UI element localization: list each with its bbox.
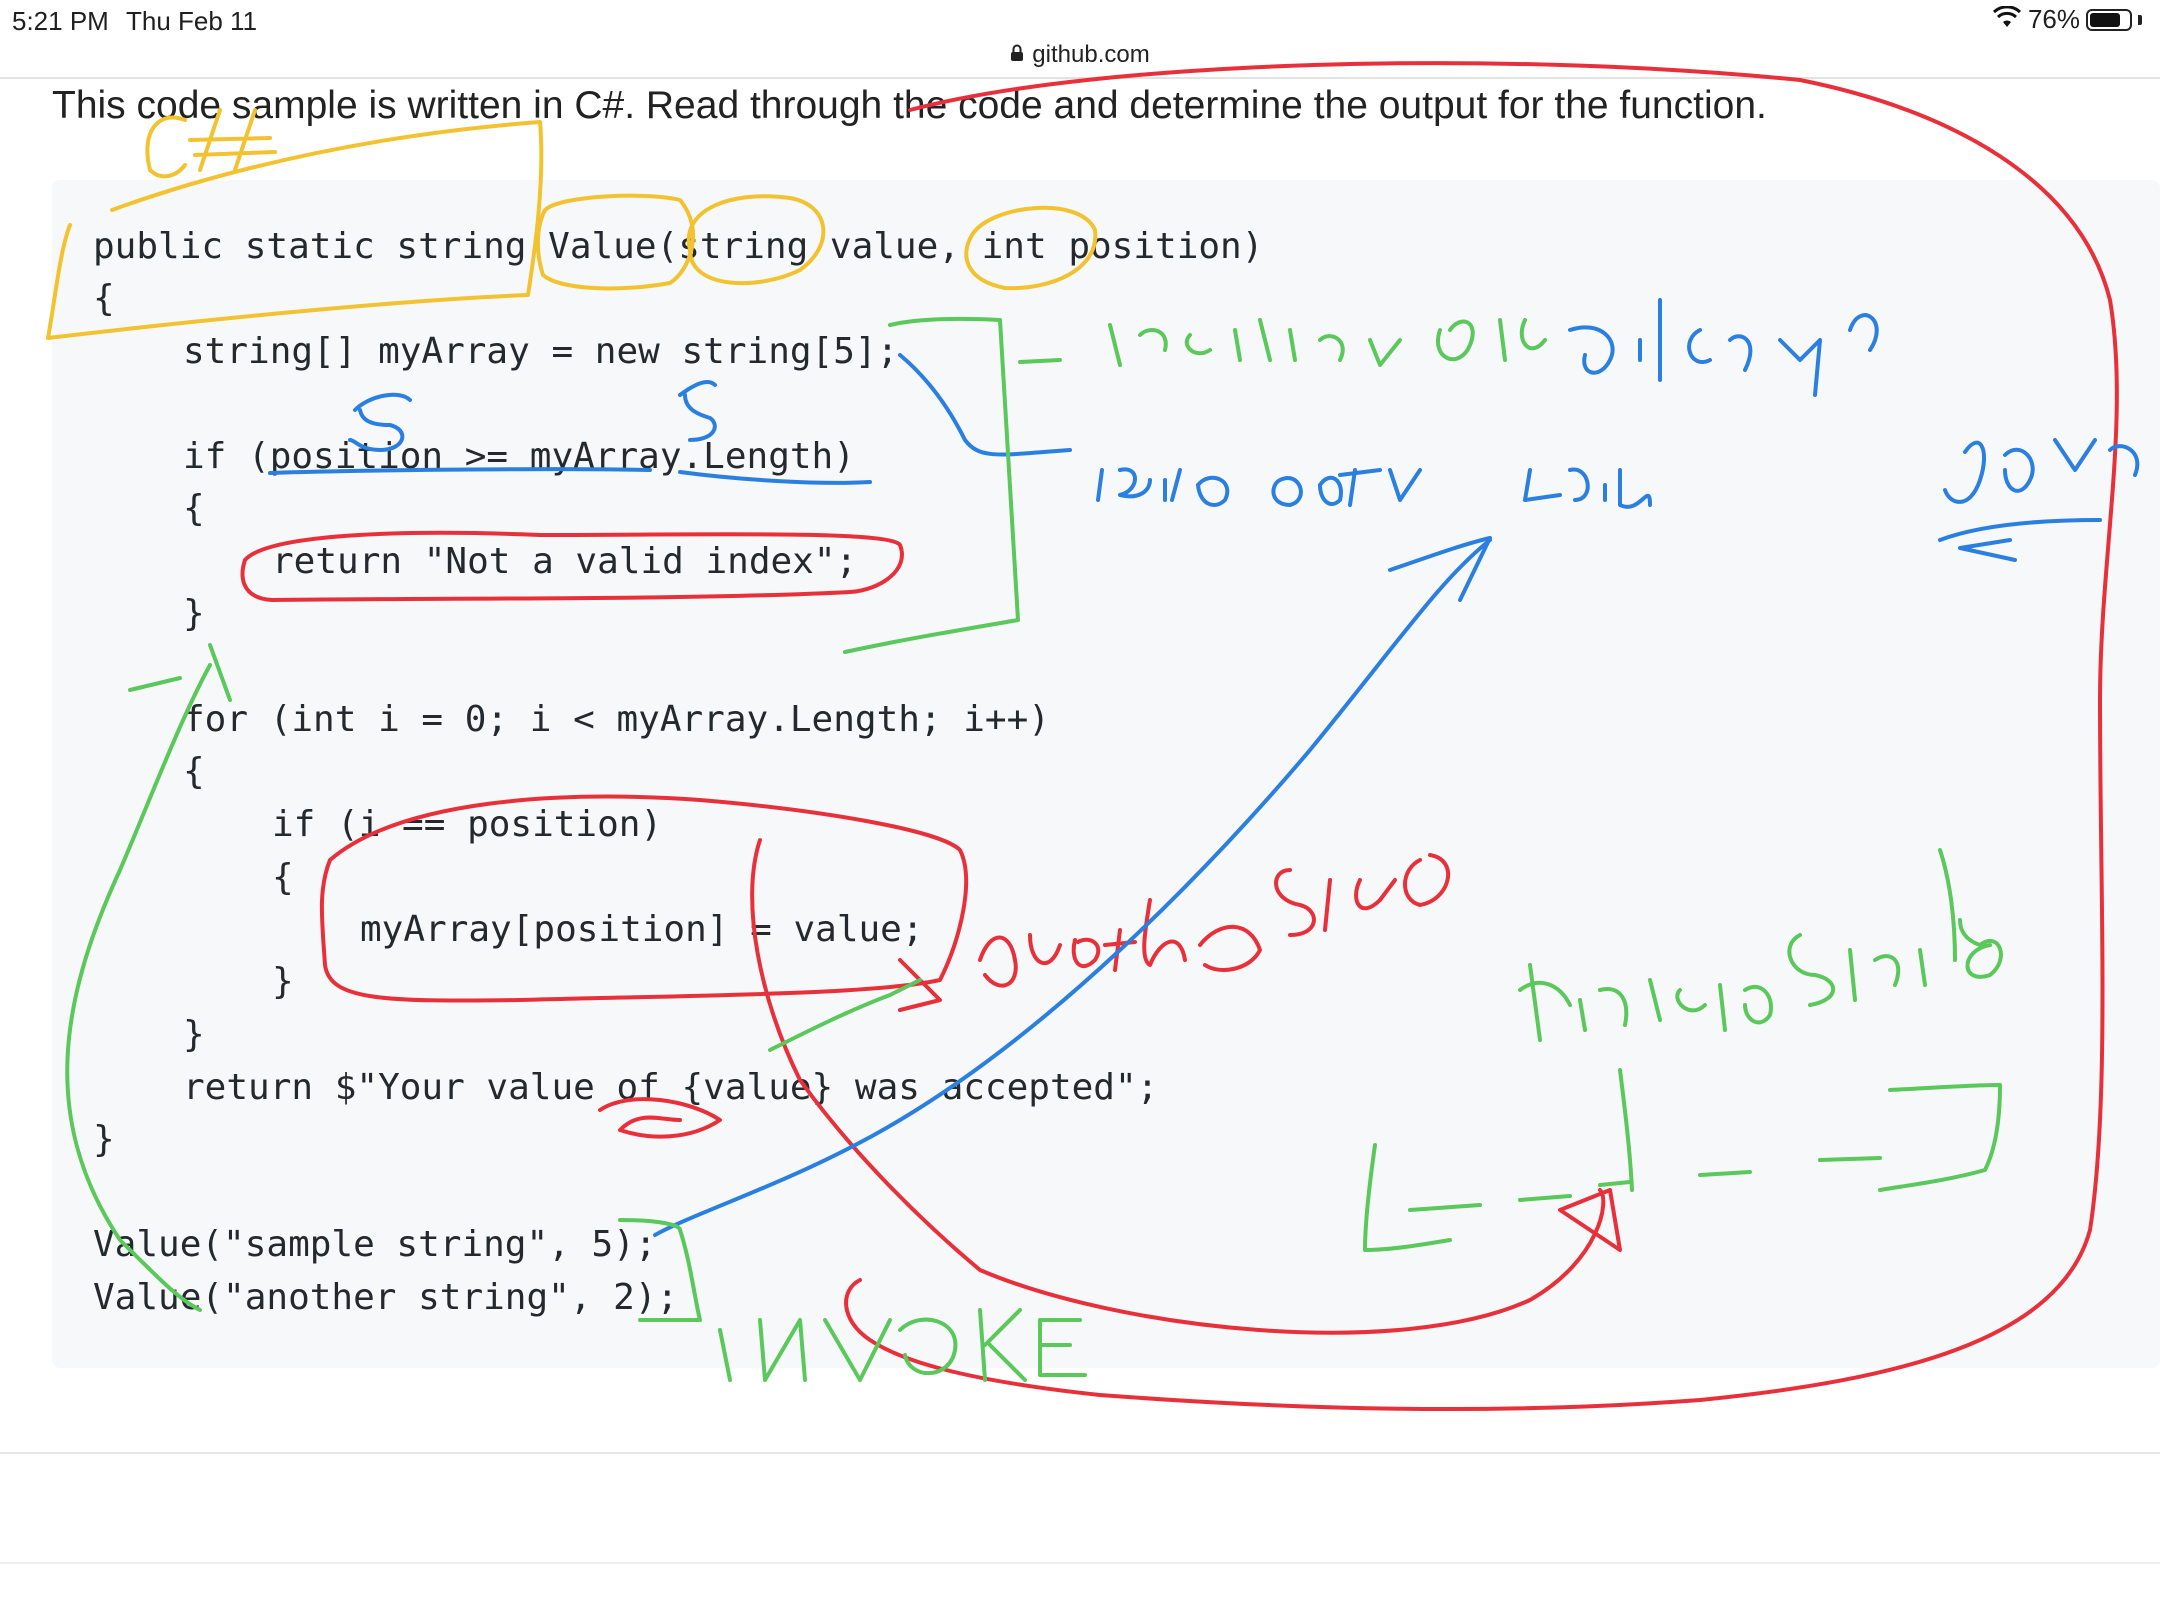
code-line: } [93,1119,115,1160]
address-bar[interactable]: github.com [0,36,2160,74]
code-line: { [183,751,205,792]
battery-percent: 76% [2027,4,2080,34]
lock-icon [1010,41,1024,69]
code-line: return $"Your value of {value} was accep… [183,1067,1159,1108]
status-indicators: 76% [1992,4,2142,35]
code-line: for (int i = 0; i < myArray.Length; i++) [183,699,1050,740]
code-line: if (i == position) [272,804,663,845]
code-line: } [272,961,294,1002]
code-line: Value("sample string", 5); [93,1224,657,1265]
question-prompt: This code sample is written in C#. Read … [52,84,1767,127]
section-divider [0,1452,2160,1454]
code-line: return "Not a valid index"; [272,541,858,582]
code-line: myArray[position] = value; [360,909,924,950]
code-line: if (position >= myArray.Length) [183,436,855,477]
status-time: 5:21 PM [12,6,109,36]
status-bar: 5:21 PM Thu Feb 11 76% [0,0,2160,40]
code-line: { [183,488,205,529]
code-line: } [183,1014,205,1055]
code-line: string[] myArray = new string[5]; [183,331,899,372]
battery-icon [2086,8,2132,31]
status-date: Thu Feb 11 [126,6,258,36]
toolbar-divider [0,77,2160,79]
section-divider [0,1562,2160,1564]
code-line: } [183,593,205,634]
code-line: { [93,278,115,319]
url-text: github.com [1032,41,1150,68]
wifi-icon [1992,4,2022,35]
code-line: public static string Value(string value,… [93,226,1264,267]
code-line: { [272,857,294,898]
code-line: Value("another string", 2); [93,1277,679,1318]
